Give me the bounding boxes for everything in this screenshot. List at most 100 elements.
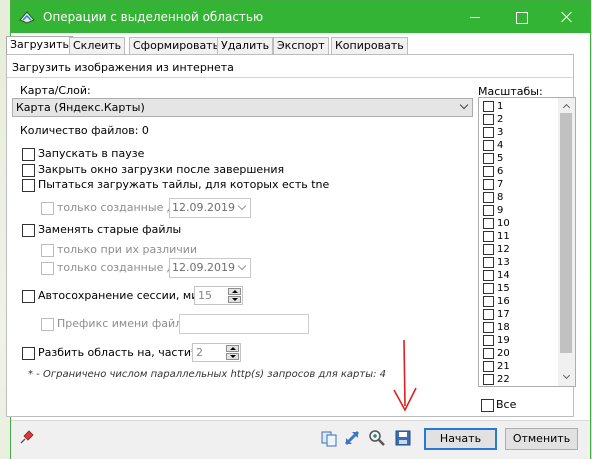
scales-scrollbar[interactable] (558, 98, 575, 386)
tab-copy[interactable]: Копировать (331, 37, 408, 54)
close-after-label[interactable]: Закрыть окно загрузки после завершения (38, 163, 284, 176)
file-prefix-checkbox[interactable] (41, 318, 54, 331)
map-layer-select[interactable]: Карта (Яндекс.Карты) (12, 98, 473, 117)
close-button[interactable] (544, 1, 590, 33)
scale-checkbox[interactable] (483, 374, 494, 385)
expand-arrows-icon[interactable] (343, 429, 361, 447)
zoom-icon[interactable] (368, 429, 386, 447)
try-tne-label[interactable]: Пытаться загружать тайлы, для которых ес… (38, 178, 329, 191)
scroll-down-icon[interactable] (562, 373, 571, 382)
split-checkbox[interactable] (22, 347, 35, 360)
autosave-label[interactable]: Автосохранение сессии, мин: (38, 289, 209, 302)
scale-checkbox[interactable] (483, 140, 494, 151)
scale-label: 13 (497, 257, 510, 268)
split-parts-stepper[interactable]: 2 (192, 343, 241, 362)
scale-label: 22 (497, 374, 510, 385)
only-created-before-label-1: только созданные до (57, 201, 182, 214)
panel-header: Загрузить изображения из интернета (12, 61, 234, 74)
window-title: Операции с выделенной областью (43, 10, 264, 24)
tab-export[interactable]: Экспорт (273, 37, 329, 54)
spin-up-icon[interactable] (226, 345, 239, 352)
date-value-2: 12.09.2019 (172, 261, 235, 274)
scale-checkbox[interactable] (483, 153, 494, 164)
date-picker-1[interactable]: 12.09.2019 (169, 198, 251, 218)
scale-label: 11 (497, 231, 510, 242)
date-picker-2[interactable]: 12.09.2019 (169, 258, 251, 278)
tab-generate[interactable]: Сформировать (129, 37, 224, 54)
chevron-down-icon (460, 102, 469, 111)
tab-glue[interactable]: Склеить (69, 37, 126, 54)
all-scales-checkbox[interactable] (481, 399, 494, 412)
spin-up-icon[interactable] (228, 288, 241, 295)
try-tne-checkbox[interactable] (22, 179, 35, 192)
file-prefix-input[interactable] (179, 314, 309, 334)
scale-checkbox[interactable] (483, 322, 494, 333)
spin-down-icon[interactable] (226, 353, 239, 360)
scale-label: 9 (497, 205, 504, 216)
replace-old-label[interactable]: Заменять старые файлы (38, 223, 181, 236)
scale-checkbox[interactable] (483, 114, 494, 125)
scale-label: 18 (497, 322, 510, 333)
scale-label: 20 (497, 348, 510, 359)
close-after-checkbox[interactable] (22, 164, 35, 177)
scroll-thumb[interactable] (560, 113, 572, 353)
cancel-button[interactable]: Отменить (505, 428, 578, 450)
split-label[interactable]: Разбить область на, части*: (38, 346, 200, 359)
scale-checkbox[interactable] (483, 231, 494, 242)
autosave-checkbox[interactable] (22, 290, 35, 303)
replace-old-checkbox[interactable] (22, 224, 35, 237)
scale-checkbox[interactable] (483, 166, 494, 177)
maximize-button[interactable] (498, 1, 544, 33)
map-layer-label: Карта/Слой: (20, 84, 91, 97)
scale-checkbox[interactable] (483, 179, 494, 190)
app-logo-icon (19, 11, 35, 24)
scale-label: 7 (497, 179, 504, 190)
scale-label: 2 (497, 114, 504, 125)
only-created-before-checkbox-1[interactable] (41, 202, 54, 215)
header-divider (7, 77, 573, 78)
scale-checkbox[interactable] (483, 257, 494, 268)
spin-buttons (228, 288, 241, 303)
autosave-minutes-stepper[interactable]: 15 (194, 286, 243, 305)
all-scales-label[interactable]: Все (496, 398, 516, 411)
scale-label: 16 (497, 296, 510, 307)
scale-checkbox[interactable] (483, 127, 494, 138)
scale-checkbox[interactable] (483, 361, 494, 372)
scale-label: 1 (497, 101, 504, 112)
title-bar[interactable]: Операции с выделенной областью (11, 1, 590, 33)
scale-checkbox[interactable] (483, 270, 494, 281)
scales-list[interactable]: 1 2 3 4 5 6 7 8 9 10 11 12 13 14 15 16 17 18 19 20 21 22 (478, 97, 576, 387)
scale-checkbox[interactable] (483, 192, 494, 203)
scroll-up-icon[interactable] (562, 102, 571, 111)
scale-checkbox[interactable] (483, 335, 494, 346)
copy-icon[interactable] (320, 429, 338, 447)
only-created-before-checkbox-2[interactable] (41, 262, 54, 275)
scale-label: 4 (497, 140, 504, 151)
start-button[interactable]: Начать (424, 428, 497, 450)
start-paused-label[interactable]: Запускать в паузе (38, 147, 144, 160)
minimize-button[interactable] (452, 1, 498, 33)
tab-load[interactable]: Загрузить (6, 36, 73, 54)
autosave-minutes-value: 15 (198, 289, 212, 302)
scale-checkbox[interactable] (483, 296, 494, 307)
scale-checkbox[interactable] (483, 309, 494, 320)
file-prefix-label: Префикс имени файла: (57, 317, 193, 330)
footer-bar (11, 421, 590, 459)
spin-buttons (226, 345, 239, 360)
scale-label: 6 (497, 166, 504, 177)
scale-checkbox[interactable] (483, 244, 494, 255)
scale-checkbox[interactable] (483, 348, 494, 359)
scale-label: 10 (497, 218, 510, 229)
spin-down-icon[interactable] (228, 296, 241, 303)
start-paused-checkbox[interactable] (22, 148, 35, 161)
only-if-different-checkbox[interactable] (41, 244, 54, 257)
scale-checkbox[interactable] (483, 218, 494, 229)
footnote: * - Ограничено числом параллельных http(… (28, 369, 387, 380)
save-icon[interactable] (394, 429, 412, 447)
scale-checkbox[interactable] (483, 283, 494, 294)
tab-delete[interactable]: Удалить (217, 37, 274, 54)
pin-icon[interactable] (20, 430, 34, 444)
scale-checkbox[interactable] (483, 101, 494, 112)
scale-checkbox[interactable] (483, 205, 494, 216)
scale-label: 19 (497, 335, 510, 346)
